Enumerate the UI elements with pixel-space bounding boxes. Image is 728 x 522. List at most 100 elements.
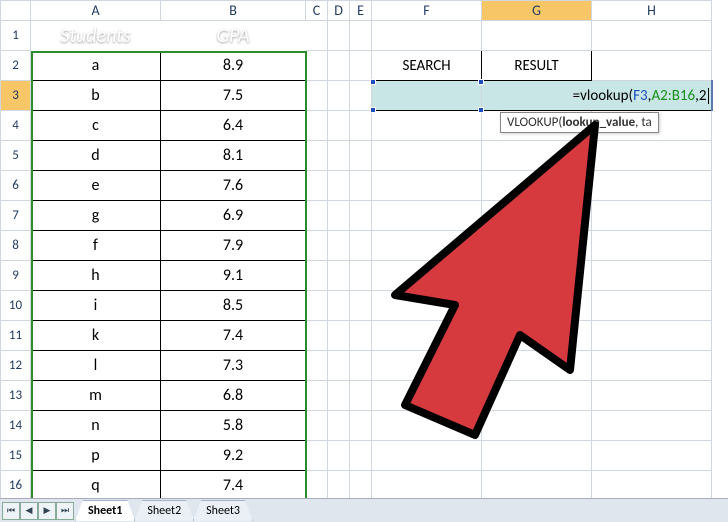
- cell-gpa[interactable]: 6.9: [161, 201, 306, 231]
- cell-gpa[interactable]: 9.1: [161, 261, 306, 291]
- cell[interactable]: [482, 171, 592, 201]
- cell[interactable]: [592, 411, 712, 441]
- cell-student[interactable]: l: [31, 351, 161, 381]
- cell-student[interactable]: g: [31, 201, 161, 231]
- row-header-7[interactable]: 7: [1, 201, 31, 231]
- cell[interactable]: [372, 411, 482, 441]
- cell[interactable]: [372, 231, 482, 261]
- row-header-6[interactable]: 6: [1, 171, 31, 201]
- cell[interactable]: [372, 21, 482, 51]
- cell[interactable]: [592, 171, 712, 201]
- row-header-5[interactable]: 5: [1, 141, 31, 171]
- cell-gpa[interactable]: 7.9: [161, 231, 306, 261]
- cell[interactable]: [372, 111, 482, 141]
- cell-gpa[interactable]: 6.8: [161, 381, 306, 411]
- cell[interactable]: [372, 201, 482, 231]
- cell[interactable]: [482, 471, 592, 501]
- cell[interactable]: [306, 51, 328, 81]
- cell-student[interactable]: i: [31, 291, 161, 321]
- cell[interactable]: [482, 411, 592, 441]
- row-header-15[interactable]: 15: [1, 441, 31, 471]
- col-header-e[interactable]: E: [350, 1, 372, 21]
- cell[interactable]: [350, 141, 372, 171]
- nav-prev-button[interactable]: ◀: [20, 502, 38, 520]
- row-header-13[interactable]: 13: [1, 381, 31, 411]
- cell[interactable]: [372, 351, 482, 381]
- cell[interactable]: [592, 231, 712, 261]
- cell-gpa[interactable]: 8.1: [161, 141, 306, 171]
- tab-sheet2[interactable]: Sheet2: [134, 500, 194, 521]
- cell[interactable]: [328, 471, 350, 501]
- row-header-9[interactable]: 9: [1, 261, 31, 291]
- cell[interactable]: [592, 291, 712, 321]
- cell[interactable]: [350, 321, 372, 351]
- cell[interactable]: [592, 261, 712, 291]
- cell[interactable]: [592, 351, 712, 381]
- cell[interactable]: [350, 111, 372, 141]
- cell-gpa[interactable]: 5.8: [161, 411, 306, 441]
- cell[interactable]: [306, 471, 328, 501]
- cell[interactable]: [350, 51, 372, 81]
- row-header-2[interactable]: 2: [1, 51, 31, 81]
- cell[interactable]: [372, 381, 482, 411]
- cell-gpa[interactable]: 7.3: [161, 351, 306, 381]
- cell-student[interactable]: b: [31, 81, 161, 111]
- cell-student[interactable]: a: [31, 51, 161, 81]
- cell-gpa[interactable]: 8.5: [161, 291, 306, 321]
- cell[interactable]: [306, 111, 328, 141]
- cell[interactable]: [350, 351, 372, 381]
- col-header-g[interactable]: G: [482, 1, 592, 21]
- row-header-10[interactable]: 10: [1, 291, 31, 321]
- cell-formula-editing[interactable]: =vlookup(F3,A2:B16,2: [482, 81, 712, 111]
- nav-last-button[interactable]: ⏭: [56, 502, 74, 520]
- cell[interactable]: [306, 321, 328, 351]
- label-search[interactable]: SEARCH: [372, 51, 482, 81]
- cell-student[interactable]: f: [31, 231, 161, 261]
- cell[interactable]: [328, 351, 350, 381]
- cell[interactable]: [482, 381, 592, 411]
- cell[interactable]: [350, 471, 372, 501]
- cell[interactable]: [306, 291, 328, 321]
- cell[interactable]: [306, 81, 328, 111]
- cell[interactable]: [328, 261, 350, 291]
- cell-gpa[interactable]: 7.4: [161, 321, 306, 351]
- cell[interactable]: [592, 381, 712, 411]
- cell[interactable]: [592, 21, 712, 51]
- row-header-3[interactable]: 3: [1, 81, 31, 111]
- cell-student[interactable]: c: [31, 111, 161, 141]
- cell-student[interactable]: q: [31, 471, 161, 501]
- row-header-16[interactable]: 16: [1, 471, 31, 501]
- cell[interactable]: [592, 441, 712, 471]
- cell[interactable]: [372, 141, 482, 171]
- cell[interactable]: [482, 441, 592, 471]
- cell[interactable]: [482, 21, 592, 51]
- cell[interactable]: [328, 111, 350, 141]
- cell[interactable]: [306, 141, 328, 171]
- col-header-c[interactable]: C: [306, 1, 328, 21]
- row-header-4[interactable]: 4: [1, 111, 31, 141]
- cell[interactable]: [592, 321, 712, 351]
- cell[interactable]: [350, 21, 372, 51]
- row-header-12[interactable]: 12: [1, 351, 31, 381]
- cell[interactable]: [328, 441, 350, 471]
- cell[interactable]: [350, 81, 372, 111]
- cell[interactable]: [350, 171, 372, 201]
- cell[interactable]: [328, 201, 350, 231]
- cell[interactable]: [328, 81, 350, 111]
- cell[interactable]: [350, 441, 372, 471]
- cell[interactable]: [482, 201, 592, 231]
- col-header-a[interactable]: A: [31, 1, 161, 21]
- cell-student[interactable]: h: [31, 261, 161, 291]
- tab-sheet1[interactable]: Sheet1: [75, 500, 135, 521]
- cell[interactable]: [482, 321, 592, 351]
- cell[interactable]: [306, 441, 328, 471]
- cell-student[interactable]: k: [31, 321, 161, 351]
- cell[interactable]: [372, 321, 482, 351]
- cell[interactable]: [328, 21, 350, 51]
- cell-gpa[interactable]: 7.5: [161, 81, 306, 111]
- cell[interactable]: [482, 141, 592, 171]
- col-header-b[interactable]: B: [161, 1, 306, 21]
- cell-gpa[interactable]: 8.9: [161, 51, 306, 81]
- cell[interactable]: [306, 381, 328, 411]
- col-header-d[interactable]: D: [328, 1, 350, 21]
